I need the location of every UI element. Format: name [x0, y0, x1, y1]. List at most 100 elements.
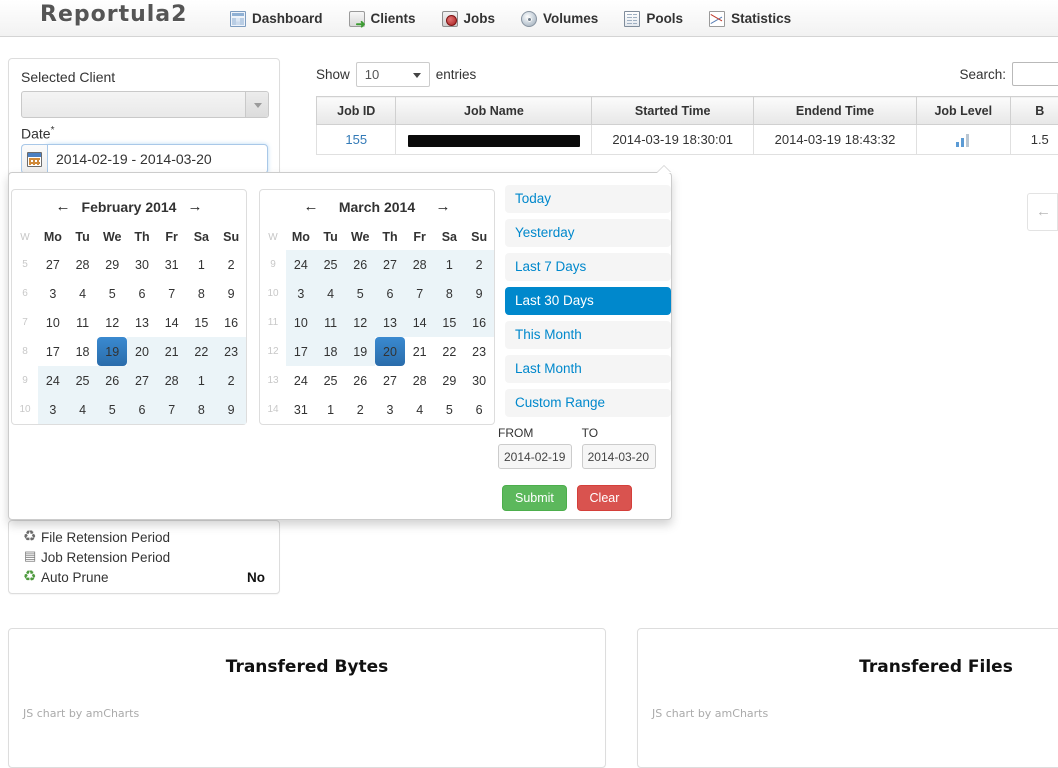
from-date-input[interactable] — [498, 444, 572, 469]
pagination-previous-button[interactable] — [1027, 193, 1058, 231]
calendar-day[interactable]: 29 — [97, 250, 127, 279]
calendar-day[interactable]: 29 — [435, 366, 465, 395]
calendar-day[interactable]: 17 — [286, 337, 316, 366]
calendar-day[interactable]: 22 — [187, 337, 217, 366]
col-job-name[interactable]: Job Name — [396, 97, 592, 125]
calendar-day[interactable]: 27 — [375, 250, 405, 279]
calendar-day[interactable]: 27 — [38, 250, 68, 279]
calendar-day[interactable]: 25 — [316, 250, 346, 279]
calendar-day[interactable]: 1 — [435, 250, 465, 279]
calendar-day[interactable]: 7 — [405, 279, 435, 308]
col-job-id[interactable]: Job ID — [317, 97, 396, 125]
calendar-day[interactable]: 18 — [68, 337, 98, 366]
calendar-day[interactable]: 26 — [345, 366, 375, 395]
nav-item-volumes[interactable]: Volumes — [519, 9, 600, 29]
brand-logo[interactable]: Reportula2 — [40, 2, 187, 27]
calendar-day[interactable]: 13 — [375, 308, 405, 337]
calendar-day[interactable]: 4 — [68, 279, 98, 308]
calendar-day[interactable]: 4 — [316, 279, 346, 308]
range-last-month[interactable]: Last Month — [505, 355, 671, 383]
job-id-link[interactable]: 155 — [345, 132, 367, 147]
calendar-day[interactable]: 5 — [435, 395, 465, 424]
date-range-input[interactable] — [47, 144, 268, 174]
calendar-day[interactable]: 28 — [68, 250, 98, 279]
calendar-day[interactable]: 18 — [316, 337, 346, 366]
entries-per-page-select[interactable]: 10 — [356, 62, 430, 87]
nav-item-pools[interactable]: Pools — [622, 9, 685, 29]
calendar-day[interactable]: 24 — [38, 366, 68, 395]
calendar-day[interactable]: 14 — [405, 308, 435, 337]
next-month-arrow-icon[interactable]: → — [178, 190, 212, 224]
calendar-day[interactable]: 20 — [375, 337, 405, 366]
selected-client-dropdown[interactable] — [21, 91, 269, 118]
calendar-day[interactable]: 6 — [127, 395, 157, 424]
calendar-day[interactable]: 8 — [187, 395, 217, 424]
col-bytes[interactable]: B — [1010, 97, 1058, 125]
range-last-7-days[interactable]: Last 7 Days — [505, 253, 671, 281]
calendar-day[interactable]: 20 — [127, 337, 157, 366]
to-date-input[interactable] — [582, 444, 656, 469]
calendar-day[interactable]: 6 — [375, 279, 405, 308]
calendar-icon[interactable] — [21, 144, 47, 174]
range-this-month[interactable]: This Month — [505, 321, 671, 349]
calendar-day[interactable]: 28 — [157, 366, 187, 395]
calendar-day[interactable]: 19 — [345, 337, 375, 366]
next-month-arrow-icon[interactable]: → — [426, 190, 460, 224]
calendar-day[interactable]: 3 — [286, 279, 316, 308]
calendar-day[interactable]: 22 — [435, 337, 465, 366]
calendar-day[interactable]: 25 — [316, 366, 346, 395]
calendar-day[interactable]: 5 — [97, 279, 127, 308]
calendar-day[interactable]: 7 — [157, 279, 187, 308]
cell-job-id[interactable]: 155 — [317, 125, 396, 155]
calendar-day[interactable]: 6 — [127, 279, 157, 308]
calendar-day[interactable]: 30 — [127, 250, 157, 279]
calendar-day[interactable]: 24 — [286, 366, 316, 395]
calendar-day[interactable]: 2 — [464, 250, 494, 279]
calendar-day[interactable]: 19 — [97, 337, 127, 366]
calendar-day[interactable]: 28 — [405, 366, 435, 395]
calendar-day[interactable]: 2 — [345, 395, 375, 424]
chevron-down-icon[interactable] — [245, 92, 268, 117]
calendar-day[interactable]: 12 — [97, 308, 127, 337]
calendar-day[interactable]: 1 — [187, 366, 217, 395]
calendar-day[interactable]: 26 — [97, 366, 127, 395]
calendar-day[interactable]: 23 — [464, 337, 494, 366]
calendar-day[interactable]: 21 — [157, 337, 187, 366]
range-yesterday[interactable]: Yesterday — [505, 219, 671, 247]
clear-button[interactable]: Clear — [577, 485, 633, 511]
calendar-day[interactable]: 8 — [187, 279, 217, 308]
calendar-day[interactable]: 4 — [68, 395, 98, 424]
calendar-day[interactable]: 5 — [97, 395, 127, 424]
nav-item-clients[interactable]: Clients — [347, 9, 418, 29]
calendar-day[interactable]: 25 — [68, 366, 98, 395]
calendar-day[interactable]: 10 — [286, 308, 316, 337]
calendar-day[interactable]: 2 — [216, 250, 246, 279]
calendar-day[interactable]: 11 — [316, 308, 346, 337]
col-started-time[interactable]: Started Time — [592, 97, 754, 125]
table-row[interactable]: 155 2014-03-19 18:30:01 2014-03-19 18:43… — [317, 125, 1058, 155]
nav-item-dashboard[interactable]: Dashboard — [228, 9, 325, 29]
calendar-day[interactable]: 13 — [127, 308, 157, 337]
col-job-level[interactable]: Job Level — [917, 97, 1010, 125]
calendar-day[interactable]: 11 — [68, 308, 98, 337]
calendar-day[interactable]: 27 — [127, 366, 157, 395]
calendar-day[interactable]: 12 — [345, 308, 375, 337]
calendar-day[interactable]: 5 — [345, 279, 375, 308]
calendar-day[interactable]: 31 — [157, 250, 187, 279]
col-endend-time[interactable]: Endend Time — [753, 97, 916, 125]
calendar-day[interactable]: 6 — [464, 395, 494, 424]
calendar-day[interactable]: 4 — [405, 395, 435, 424]
calendar-day[interactable]: 1 — [187, 250, 217, 279]
calendar-day[interactable]: 16 — [216, 308, 246, 337]
calendar-day[interactable]: 3 — [375, 395, 405, 424]
calendar-day[interactable]: 9 — [216, 395, 246, 424]
nav-item-statistics[interactable]: Statistics — [707, 9, 793, 29]
calendar-day[interactable]: 23 — [216, 337, 246, 366]
range-today[interactable]: Today — [505, 185, 671, 213]
calendar-day[interactable]: 9 — [464, 279, 494, 308]
calendar-day[interactable]: 27 — [375, 366, 405, 395]
calendar-day[interactable]: 14 — [157, 308, 187, 337]
calendar-day[interactable]: 1 — [316, 395, 346, 424]
calendar-day[interactable]: 15 — [187, 308, 217, 337]
calendar-day[interactable]: 10 — [38, 308, 68, 337]
